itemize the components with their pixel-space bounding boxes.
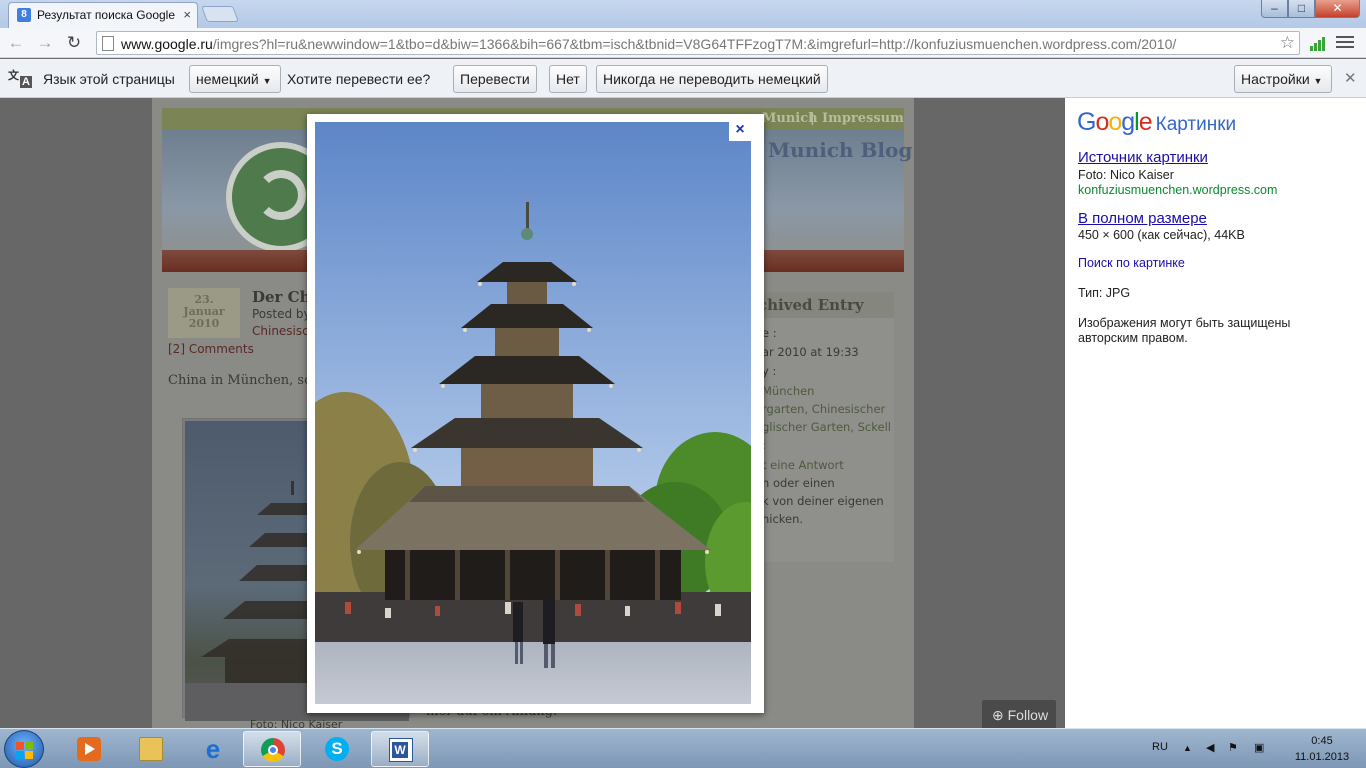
flag-icon[interactable]: ⚑	[1228, 741, 1238, 754]
image-source-link[interactable]: Источник картинки	[1078, 149, 1208, 166]
close-preview-icon[interactable]: ×	[729, 119, 751, 141]
google-images-logo[interactable]: Google Картинки	[1077, 108, 1236, 137]
forward-arrow-icon[interactable]: →	[35, 33, 55, 53]
post-author: Posted by	[252, 307, 311, 321]
archived-entry-box: chived Entry e : ar 2010 at 19:33 y : Mü…	[746, 292, 894, 562]
search-by-image-link[interactable]: Поиск по картинке	[1078, 256, 1185, 270]
copyright-notice-2: авторским правом.	[1078, 331, 1188, 345]
page-icon	[102, 36, 114, 51]
google-favicon-icon: 8	[17, 8, 31, 22]
back-arrow-icon[interactable]: ←	[6, 33, 26, 53]
post-date: 23. Januar 2010	[168, 288, 240, 338]
post-comments[interactable]: [2] Comments	[168, 342, 254, 356]
copyright-notice-1: Изображения могут быть защищены	[1078, 316, 1291, 330]
skype-button[interactable]: S	[308, 731, 366, 767]
post-title[interactable]: Der Ch	[252, 288, 311, 306]
dropdown-arrow-icon: ▼	[262, 76, 272, 86]
minimize-button[interactable]: –	[1261, 0, 1288, 18]
translate-icon: 文 A	[8, 70, 32, 88]
thumbnail-caption: Foto: Nico Kaiser	[250, 718, 343, 728]
blog-site-title: Munich Blog	[768, 138, 913, 162]
skype-icon: S	[325, 737, 349, 761]
file-explorer-button[interactable]	[122, 731, 180, 767]
tray-expand-icon[interactable]: ▲	[1183, 743, 1192, 753]
browser-tab[interactable]: 8 Результат поиска Google ×	[8, 2, 198, 28]
language-indicator[interactable]: RU	[1152, 741, 1168, 753]
window-close-button[interactable]: ✕	[1315, 0, 1360, 18]
internet-explorer-icon: e	[205, 734, 221, 764]
windows-taskbar: e S W RU ▲ ◀ ⚑ ▣ 0:45 11.01.2013	[0, 728, 1366, 768]
new-tab-button[interactable]	[201, 6, 239, 22]
language-select[interactable]: немецкий ▼	[189, 65, 281, 93]
bookmark-star-icon[interactable]: ☆	[1280, 33, 1295, 53]
word-button[interactable]: W	[371, 731, 429, 767]
reload-icon[interactable]: ↻	[64, 33, 84, 53]
network-icon[interactable]: ▣	[1254, 741, 1264, 754]
image-dimensions: 450 × 600 (как сейчас), 44KB	[1078, 228, 1245, 242]
maximize-button[interactable]: □	[1288, 0, 1315, 18]
follow-button[interactable]: ⊕ Follow	[982, 700, 1056, 728]
translate-bar-close-icon[interactable]: ✕	[1344, 69, 1357, 87]
nav-separator: |	[810, 111, 815, 126]
image-info-panel: Google Картинки Источник картинки Foto: N…	[1065, 98, 1366, 728]
post-excerpt: China in München, scho	[168, 373, 328, 388]
plus-icon: ⊕	[992, 707, 1004, 723]
translate-button[interactable]: Перевести	[453, 65, 537, 93]
start-button[interactable]	[4, 730, 44, 768]
word-icon: W	[389, 738, 413, 762]
media-player-icon	[77, 737, 101, 761]
translate-label: Язык этой страницы	[43, 71, 175, 87]
full-size-link[interactable]: В полном размере	[1078, 210, 1207, 227]
image-preview[interactable]: ×	[307, 114, 764, 713]
source-domain[interactable]: konfuziusmuenchen.wordpress.com	[1078, 183, 1277, 197]
nav-item-impressum[interactable]: Impressum	[822, 111, 904, 126]
never-translate-button[interactable]: Никогда не переводить немецкий	[596, 65, 828, 93]
photo-credit: Foto: Nico Kaiser	[1078, 168, 1174, 182]
volume-icon[interactable]: ◀	[1206, 741, 1214, 754]
chrome-button[interactable]	[243, 731, 301, 767]
menu-icon[interactable]	[1336, 36, 1354, 50]
dropdown-arrow-icon: ▼	[1313, 76, 1323, 86]
browser-toolbar: ← → ↻ www.google.ru/imgres?hl=ru&newwind…	[0, 28, 1366, 58]
sidebar-header: chived Entry	[746, 292, 894, 318]
url-text[interactable]: www.google.ru/imgres?hl=ru&newwindow=1&t…	[121, 36, 1273, 52]
window-title-bar: 8 Результат поиска Google × – □ ✕	[0, 0, 1366, 28]
internet-explorer-button[interactable]: e	[184, 731, 242, 767]
signal-bars-icon[interactable]	[1310, 37, 1326, 51]
chinese-tower-image	[315, 122, 751, 704]
tab-title: Результат поиска Google	[37, 8, 175, 22]
address-bar[interactable]: www.google.ru/imgres?hl=ru&newwindow=1&t…	[96, 31, 1300, 55]
settings-button[interactable]: Настройки ▼	[1234, 65, 1332, 93]
system-clock[interactable]: 0:45 11.01.2013	[1285, 733, 1359, 765]
tab-close-icon[interactable]: ×	[183, 7, 191, 22]
chrome-icon	[261, 738, 285, 762]
image-type: Тип: JPG	[1078, 286, 1131, 300]
translate-bar: 文 A Язык этой страницы немецкий ▼ Хотите…	[0, 59, 1366, 98]
media-player-button[interactable]	[60, 731, 118, 767]
no-button[interactable]: Нет	[549, 65, 587, 93]
translate-question: Хотите перевести ее?	[287, 71, 431, 87]
file-explorer-icon	[139, 737, 163, 761]
pagoda-photo[interactable]	[315, 122, 751, 704]
google-logo-text: Google	[1077, 108, 1153, 136]
